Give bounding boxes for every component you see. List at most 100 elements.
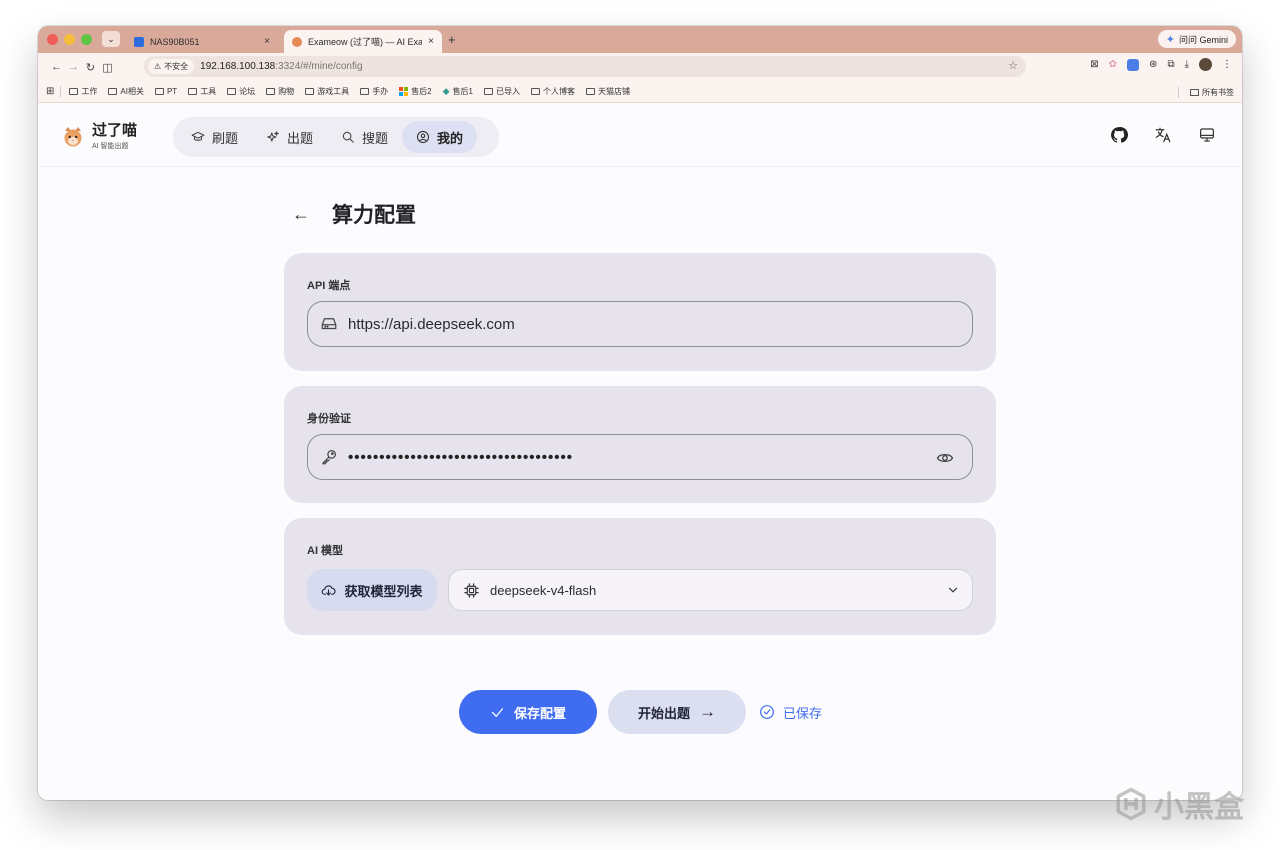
bookmark-item[interactable]: ◆ 售后1: [443, 86, 473, 97]
header-actions: [1110, 126, 1216, 144]
save-config-button[interactable]: 保存配置: [459, 690, 597, 734]
eye-icon[interactable]: [936, 449, 954, 467]
bookmark-item[interactable]: 手办: [360, 86, 388, 97]
folder-icon: [69, 88, 79, 95]
folder-icon: [484, 88, 494, 95]
folder-icon: [1190, 89, 1199, 96]
download-icon[interactable]: ⤓: [1185, 59, 1189, 70]
bookmark-item[interactable]: 工作: [69, 86, 97, 97]
api-key-masked[interactable]: ••••••••••••••••••••••••••••••••••••: [348, 449, 573, 466]
all-bookmarks[interactable]: 所有书签: [1178, 87, 1234, 98]
folder-icon: [227, 88, 237, 95]
translate-icon[interactable]: [1154, 126, 1172, 144]
check-icon: [491, 707, 504, 717]
extensions-area: ⊠ ✿ ⊛ ⧉ ⤓ ⋮: [1090, 58, 1232, 71]
openai-ext-icon[interactable]: ⊛: [1149, 59, 1157, 70]
api-key-field[interactable]: ••••••••••••••••••••••••••••••••••••: [307, 434, 973, 480]
endpoint-field[interactable]: [307, 301, 973, 347]
bookmark-item[interactable]: 天猫店铺: [586, 86, 630, 97]
model-card: AI 模型 获取模型列表 deepseek-v4-flash: [284, 518, 996, 635]
bookmark-item[interactable]: PT: [154, 87, 177, 96]
cat-logo-icon: [64, 127, 82, 147]
bookmark-label: 论坛: [239, 87, 256, 96]
monitor-icon[interactable]: [1198, 126, 1216, 144]
bookmark-label: 售后1: [452, 87, 474, 96]
fetch-models-button[interactable]: 获取模型列表: [307, 569, 437, 611]
bookmark-label: AI相关: [120, 87, 144, 96]
saved-label: 已保存: [783, 705, 823, 721]
bookmark-item[interactable]: 购物: [266, 86, 294, 97]
exameow-favicon-icon: [292, 36, 302, 47]
bookmark-item[interactable]: AI相关: [108, 86, 144, 97]
bookmark-item[interactable]: 论坛: [227, 86, 255, 97]
address-bar[interactable]: ⚠ 不安全 192.168.100.138 :3324/#/mine/confi…: [144, 56, 1026, 77]
tab-nas[interactable]: NAS90B051 ×: [126, 30, 278, 53]
bookmark-item[interactable]: 游戏工具: [305, 86, 349, 97]
profile-avatar-icon[interactable]: [1199, 58, 1212, 71]
chevron-down-icon: [948, 587, 958, 593]
cloud-download-icon: [322, 584, 337, 595]
bookmarks-divider: [60, 86, 62, 97]
brand[interactable]: 过了喵 AI 智能出题: [62, 123, 137, 151]
watermark: 小黑盒: [1114, 782, 1244, 826]
reload-icon[interactable]: ↻: [82, 61, 99, 74]
graduation-cap-icon: [191, 131, 205, 141]
tab-title: NAS90B051: [150, 36, 200, 47]
bookmark-item[interactable]: 个人博客: [531, 86, 575, 97]
folder-icon: [266, 88, 276, 95]
microsoft-logo-icon: [399, 87, 409, 96]
key-icon: [322, 450, 336, 465]
hard-drive-icon: [321, 318, 337, 330]
nav-item-practice[interactable]: 刷题: [177, 121, 252, 153]
security-chip[interactable]: ⚠ 不安全: [148, 59, 195, 74]
back-icon[interactable]: ←: [48, 61, 65, 73]
ext-pink-icon[interactable]: ✿: [1109, 59, 1117, 70]
ext-blue-icon[interactable]: [1127, 58, 1140, 71]
config-page: ← 算力配置 API 端点 身份验证 •••••••••••••••••••••…: [38, 167, 1242, 800]
bookmark-item[interactable]: 已导入: [484, 86, 520, 97]
side-panel-icon[interactable]: ◫: [99, 61, 116, 74]
tab-search-button[interactable]: ⌄: [102, 31, 120, 47]
start-generate-button[interactable]: 开始出题 →: [608, 690, 746, 734]
nav-item-search[interactable]: 搜题: [327, 121, 402, 153]
nav-item-generate[interactable]: 出题: [252, 121, 327, 153]
folder-icon: [188, 88, 198, 95]
security-label: 不安全: [164, 62, 189, 71]
minimize-window-button[interactable]: [64, 34, 75, 45]
page-title: 算力配置: [332, 204, 416, 227]
app-header: 过了喵 AI 智能出题 刷题 出题 搜题 我的: [38, 106, 1242, 167]
apps-grid-icon[interactable]: ⊞: [46, 86, 54, 97]
bookmark-star-icon[interactable]: ☆: [1008, 59, 1018, 72]
endpoint-input[interactable]: [348, 315, 908, 333]
bookmark-item[interactable]: 售后2: [399, 86, 432, 97]
menu-kebab-icon[interactable]: ⋮: [1222, 59, 1232, 70]
bookmarks-bar: ⊞ 工作 AI相关 PT 工具 论坛 购物 游戏工具 手办 售后2 ◆ 售后1 已…: [38, 81, 1242, 103]
back-button[interactable]: ←: [292, 204, 310, 225]
bookmark-item[interactable]: 工具: [188, 86, 216, 97]
new-tab-button[interactable]: +: [448, 32, 456, 47]
user-circle-icon: [416, 130, 430, 144]
close-window-button[interactable]: [47, 34, 58, 45]
toolbar: ← → ↻ ◫ ⚠ 不安全 192.168.100.138 :3324/#/mi…: [38, 53, 1242, 81]
extensions-puzzle-icon[interactable]: ⧉: [1167, 59, 1174, 70]
nav-item-mine[interactable]: 我的: [402, 121, 478, 153]
screenshot-ext-icon[interactable]: ⊠: [1090, 59, 1098, 70]
maximize-window-button[interactable]: [81, 34, 92, 45]
tab-exameow[interactable]: Exameow (过了喵) — AI Exam ×: [284, 30, 442, 53]
tab-strip: ⌄ NAS90B051 × Exameow (过了喵) — AI Exam × …: [38, 26, 1242, 53]
nav-label: 刷题: [212, 130, 239, 146]
model-label: AI 模型: [307, 545, 344, 557]
forward-icon[interactable]: →: [65, 61, 82, 73]
auth-label: 身份验证: [307, 413, 351, 425]
nav-label: 搜题: [362, 130, 389, 146]
saved-status: 已保存: [759, 703, 822, 722]
page-header: ← 算力配置: [292, 199, 416, 229]
nav-label: 出题: [287, 130, 314, 146]
gemini-button[interactable]: ✦ 问问 Gemini: [1157, 30, 1236, 48]
github-icon[interactable]: [1110, 126, 1128, 144]
nav-label: 我的: [437, 130, 464, 146]
close-tab-icon[interactable]: ×: [264, 36, 270, 47]
close-tab-icon[interactable]: ×: [428, 36, 434, 47]
folder-icon: [586, 88, 596, 95]
model-select[interactable]: deepseek-v4-flash: [448, 569, 973, 611]
